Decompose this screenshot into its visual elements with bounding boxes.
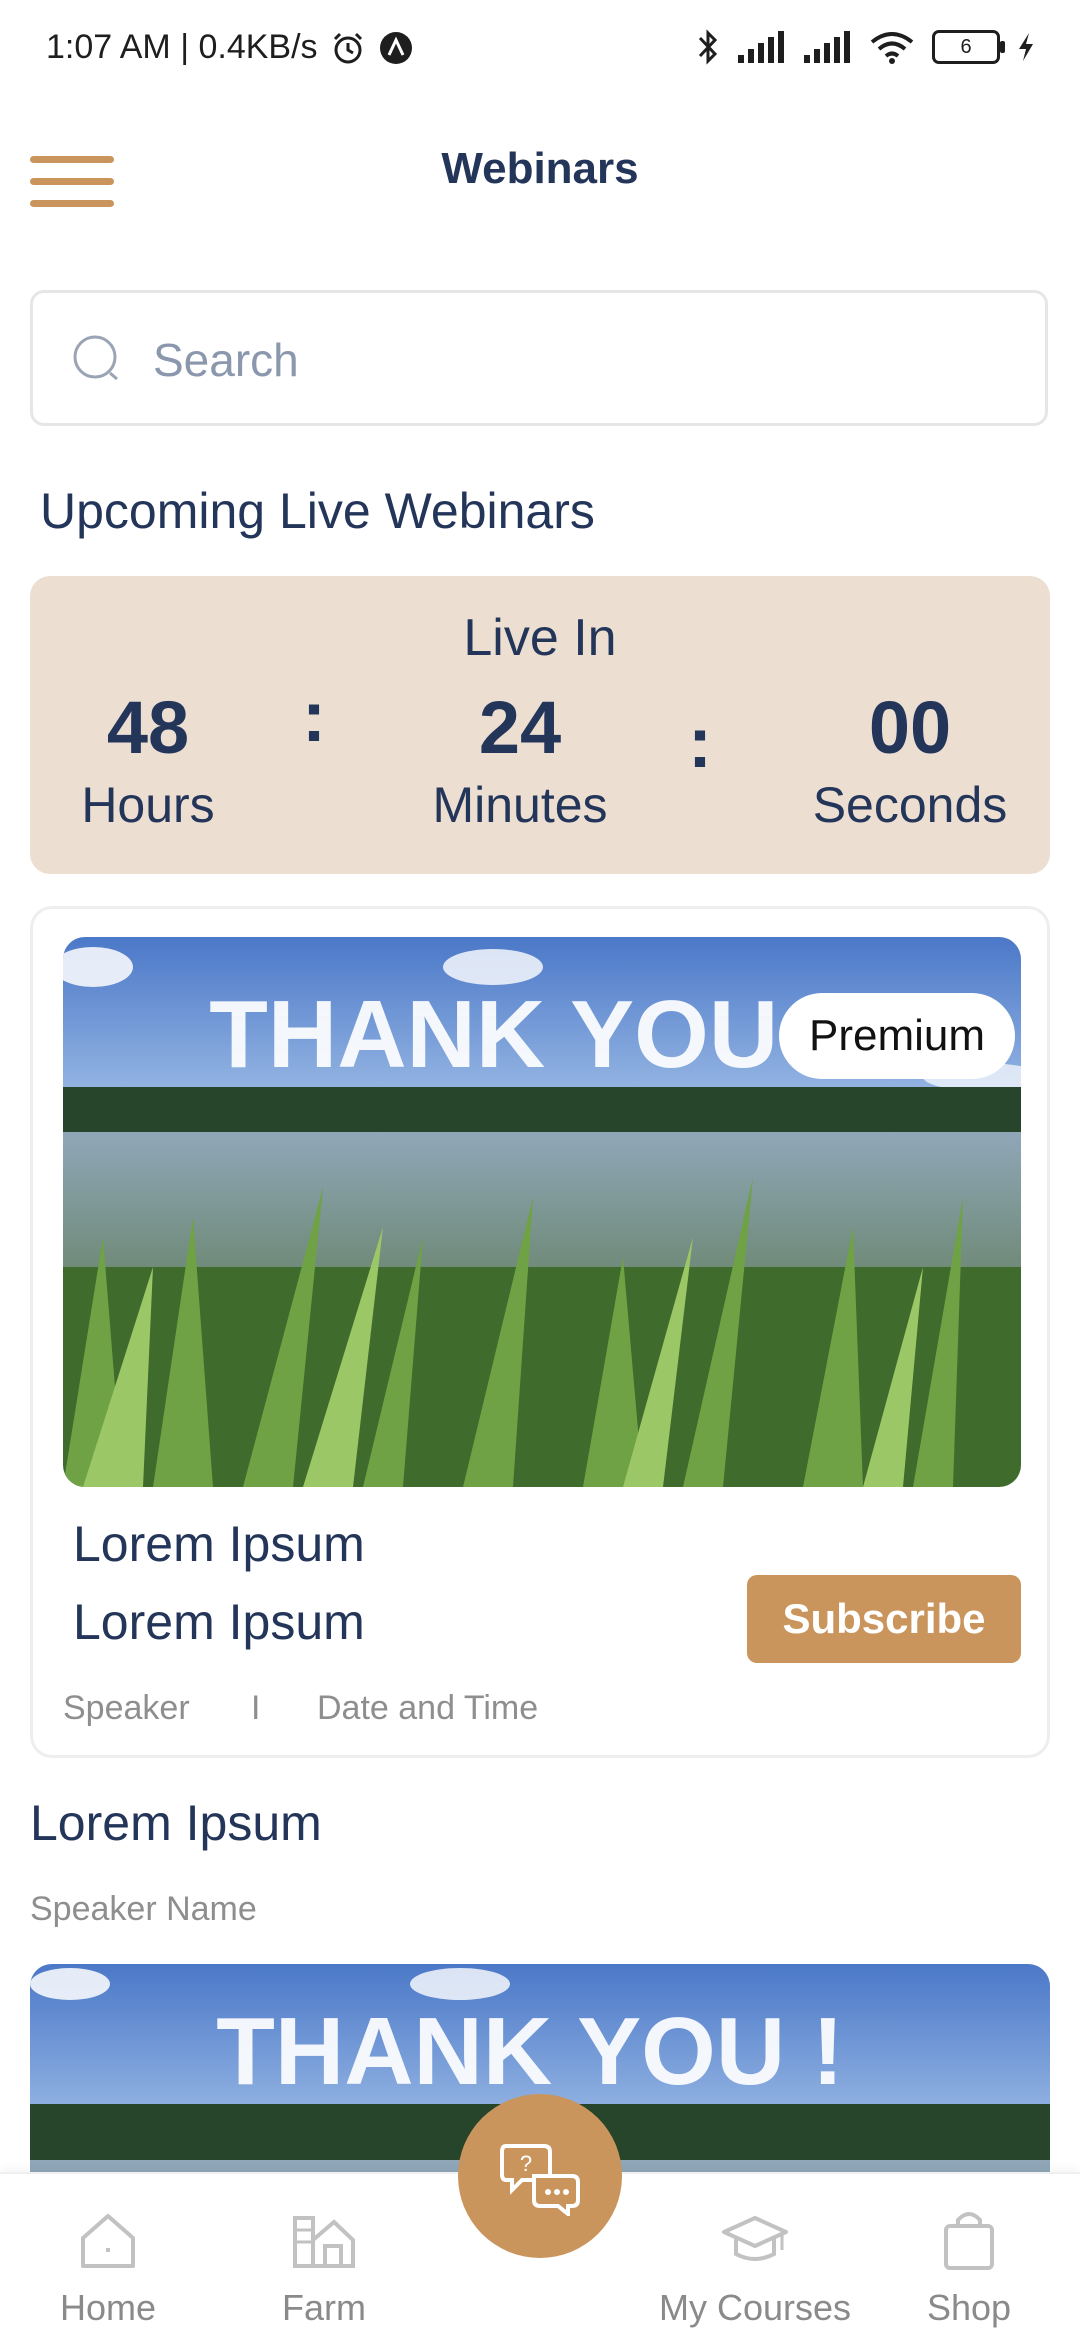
nav-farm-label: Farm — [282, 2287, 366, 2328]
status-right: 6 — [696, 28, 1036, 66]
image-caption-2: THANK YOU ! — [216, 1998, 844, 2105]
nav-farm[interactable]: Farm — [264, 2204, 384, 2329]
minutes-value: 24 — [478, 686, 562, 769]
page-title: Webinars — [441, 144, 639, 193]
battery-icon: 6 — [932, 30, 1005, 64]
webinar-subtitle: Lorem Ipsum — [73, 1594, 365, 1650]
countdown-seconds: 00 Seconds — [790, 686, 1030, 834]
charging-icon — [1019, 33, 1033, 61]
countdown-separator: : — [302, 677, 326, 757]
hours-label: Hours — [81, 777, 215, 833]
subscribe-button[interactable]: Subscribe — [747, 1575, 1021, 1663]
status-time: 1:07 AM | 0.4KB/s — [46, 28, 318, 66]
webinar-title: Lorem Ipsum — [73, 1516, 365, 1572]
speaker-name: Speaker Name — [30, 1890, 257, 1928]
status-bar: 1:07 AM | 0.4KB/s 6 — [0, 0, 1080, 100]
section-title-upcoming: Upcoming Live Webinars — [40, 483, 595, 539]
chat-help-icon: ? — [500, 2144, 580, 2216]
countdown-hours: 48 Hours — [58, 686, 238, 834]
webinar-thumbnail[interactable]: THANK YOU ! Premium — [63, 937, 1021, 1487]
battery-level: 6 — [960, 35, 972, 58]
chat-help-button[interactable]: ? — [458, 2094, 622, 2258]
minutes-label: Minutes — [432, 777, 608, 833]
home-icon — [81, 2214, 135, 2268]
countdown-minutes: 24 Minutes — [400, 686, 640, 834]
seconds-value: 00 — [868, 686, 952, 769]
countdown-panel: Live In 48 Hours : 24 Minutes : 00 Secon… — [30, 576, 1050, 874]
status-left: 1:07 AM | 0.4KB/s — [46, 28, 414, 67]
search-icon — [73, 335, 118, 381]
app-bar: Webinars — [0, 130, 1080, 230]
alarm-icon — [333, 32, 362, 63]
seconds-label: Seconds — [812, 777, 1008, 833]
live-in-label: Live In — [463, 609, 617, 667]
nav-shop[interactable]: Shop — [914, 2204, 1024, 2329]
premium-badge: Premium — [779, 993, 1015, 1079]
shopping-bag-icon — [944, 2212, 994, 2270]
search-input[interactable] — [151, 319, 1015, 401]
date-time-label: Date and Time — [317, 1689, 539, 1727]
graduation-cap-icon — [722, 2216, 788, 2261]
signal-icon-2 — [804, 31, 850, 63]
svg-text:?: ? — [520, 2151, 532, 2176]
wifi-icon — [870, 32, 914, 64]
speaker-label: Speaker — [63, 1689, 190, 1727]
search-box[interactable] — [30, 290, 1048, 426]
image-caption: THANK YOU ! — [209, 981, 837, 1088]
hours-value: 48 — [106, 686, 190, 769]
nav-home-label: Home — [59, 2287, 157, 2328]
countdown-separator: : — [688, 703, 712, 783]
signal-icon — [738, 31, 784, 63]
nav-my-courses[interactable]: My Courses — [650, 2204, 860, 2329]
webinar-item-title[interactable]: Lorem Ipsum — [30, 1794, 322, 1852]
meta-divider: I — [251, 1689, 261, 1727]
nav-shop-label: Shop — [926, 2287, 1012, 2328]
bluetooth-icon — [698, 29, 718, 65]
farm-icon — [293, 2216, 355, 2268]
nav-my-courses-label: My Courses — [658, 2287, 852, 2328]
app-notification-icon — [379, 31, 412, 64]
nav-home[interactable]: Home — [48, 2204, 168, 2329]
webinar-card[interactable]: THANK YOU ! Premium Lorem Ipsum Lorem Ip… — [30, 906, 1050, 1758]
